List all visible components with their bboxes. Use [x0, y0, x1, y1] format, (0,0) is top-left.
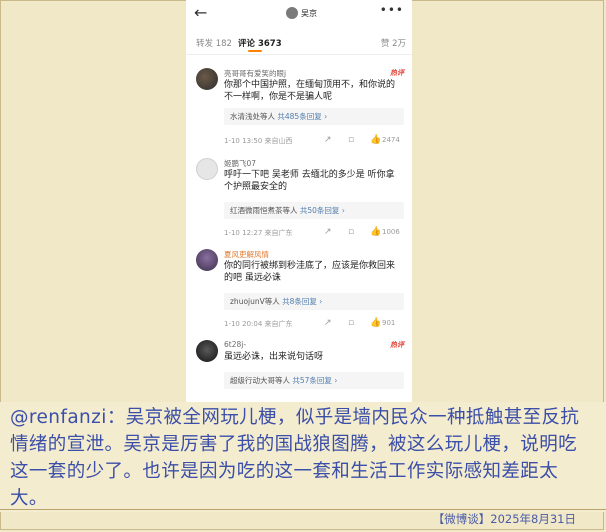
reply-names: 水清浅处等人 [230, 112, 275, 121]
reply-count: 共8条回复 › [282, 297, 323, 306]
share-icon[interactable]: ↗ [324, 227, 332, 237]
like-icon[interactable]: 👍 [370, 135, 381, 145]
back-arrow-icon[interactable]: ← [194, 4, 207, 22]
reply-summary[interactable]: zhuojunV等人 共8条回复 › [224, 293, 404, 310]
comment-meta: 1-10 13:50 来自山西 ↗ ▫ 👍 2474 [224, 135, 404, 148]
caption-panel: @renfanzi：吴京被全网玩儿梗，似乎是墙内民众一种抵触甚至反抗情绪的宣泄。… [0, 402, 606, 512]
like-count: 1006 [382, 228, 400, 236]
avatar [286, 7, 298, 19]
footer-divider [0, 509, 606, 510]
comment-nickname[interactable]: 夏风吏解风情 [224, 249, 269, 260]
comment-meta: 1-10 20:04 来自广东 ↗ ▫ 👍 901 [224, 318, 404, 331]
share-icon[interactable]: ↗ [324, 318, 332, 328]
like-icon[interactable]: 👍 [370, 318, 381, 328]
user-chip[interactable]: 吴京 [286, 7, 317, 19]
like-count: 2474 [382, 136, 400, 144]
comment-icon[interactable]: ▫ [348, 227, 354, 237]
comment-text: 你的同行被绑到秒洼底了，应该是你救回来的吧 虽远必诛 [224, 261, 396, 283]
reply-summary[interactable]: 超级行动大哥等人 共57条回复 › [224, 372, 404, 389]
top-bar: ← 吴京 ••• [186, 0, 412, 28]
tab-bar: 转发 182 评论 3673 赞 2万 [186, 34, 412, 55]
weibo-screenshot: ← 吴京 ••• 转发 182 评论 3673 赞 2万 亮哥哥有爱笑的眼j 热… [186, 0, 412, 402]
comment-text: 你那个中国护照，在缅甸顶用不，和你说的不一样啊，你是不是骗人呢 [224, 80, 396, 102]
hot-comment-badge: 热评 [390, 69, 404, 77]
comment-nickname[interactable]: 亮哥哥有爱笑的眼j [224, 68, 286, 79]
comment-text: 虽远必诛，出来说句话呀 [224, 352, 324, 362]
avatar[interactable] [196, 158, 218, 180]
comment-meta: 1-10 12:27 来自广东 ↗ ▫ 👍 1006 [224, 227, 404, 240]
reply-count: 共485条回复 › [277, 112, 328, 121]
comment-time: 1-10 12:27 来自广东 [224, 229, 293, 237]
comment-time: 1-10 13:50 来自山西 [224, 137, 293, 145]
reply-summary[interactable]: 红酒微雨恒煮茶等人 共50条回复 › [224, 202, 404, 219]
footer-source: 【微博谈】2025年8月31日 [432, 512, 576, 526]
avatar[interactable] [196, 340, 218, 362]
comment-text: 呼吁一下吧 吴老师 去缅北的多少是 听你拿个护照最安全的 [224, 170, 395, 192]
reply-count: 共50条回复 › [299, 206, 345, 215]
comment-nickname[interactable]: 姬鹏飞07 [224, 158, 256, 169]
share-icon[interactable]: ↗ [324, 135, 332, 145]
like-icon[interactable]: 👍 [370, 227, 381, 237]
hot-comment-badge: 热评 [390, 341, 404, 349]
reply-names: 红酒微雨恒煮茶等人 [230, 206, 298, 215]
reply-names: zhuojunV等人 [230, 297, 280, 306]
avatar[interactable] [196, 249, 218, 271]
comment-nickname[interactable]: 6t28j- [224, 340, 246, 349]
reply-names: 超级行动大哥等人 [230, 376, 290, 385]
reply-count: 共57条回复 › [292, 376, 338, 385]
tab-likes[interactable]: 赞 2万 [381, 37, 406, 49]
like-count: 901 [382, 319, 396, 327]
tab-repost[interactable]: 转发 182 [196, 37, 232, 49]
caption-text: @renfanzi：吴京被全网玩儿梗，似乎是墙内民众一种抵触甚至反抗情绪的宣泄。… [10, 407, 580, 509]
tab-underline [248, 50, 262, 52]
comment-time: 1-10 20:04 来自广东 [224, 320, 293, 328]
tab-comments[interactable]: 评论 3673 [238, 37, 282, 49]
comment-icon[interactable]: ▫ [348, 135, 354, 145]
comment-icon[interactable]: ▫ [348, 318, 354, 328]
avatar[interactable] [196, 68, 218, 90]
user-name: 吴京 [301, 8, 317, 18]
more-dots-icon[interactable]: ••• [380, 3, 404, 17]
reply-summary[interactable]: 水清浅处等人 共485条回复 › [224, 108, 404, 125]
